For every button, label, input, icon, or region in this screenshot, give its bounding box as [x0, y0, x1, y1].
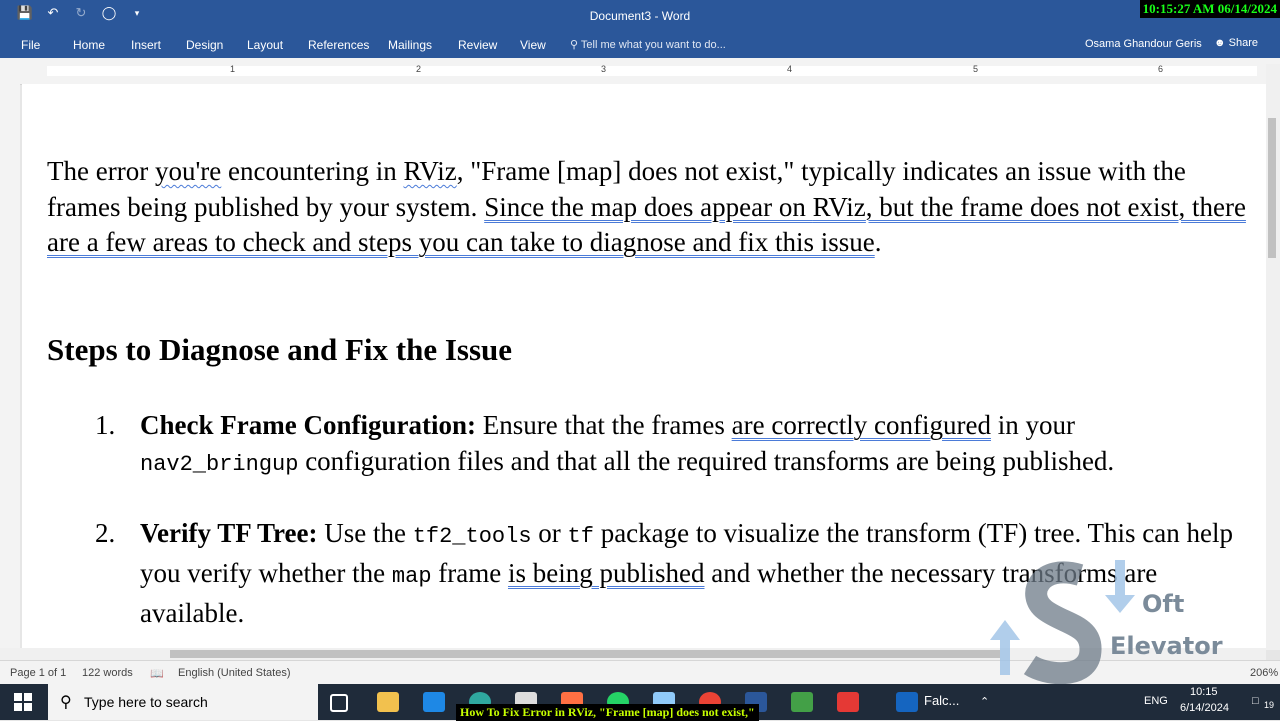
ruler-number: 3	[601, 64, 607, 74]
person-icon: ☻	[1214, 37, 1229, 49]
taskbar-search[interactable]: ⚲ Type here to search	[48, 684, 318, 720]
notification-icon[interactable]: □	[1252, 695, 1259, 707]
text-run: are correctly configured	[731, 410, 991, 440]
list-item-title: Verify TF Tree:	[140, 518, 318, 548]
windows-start-icon[interactable]	[14, 693, 32, 711]
tell-me-text: Tell me what you want to do...	[580, 39, 726, 51]
text-run: RViz	[812, 191, 866, 222]
text-run: Use the	[317, 518, 413, 548]
clock-date[interactable]: 6/14/2024	[1180, 702, 1229, 714]
ruler-number: 6	[1158, 64, 1164, 74]
ruler-number: 4	[787, 64, 793, 74]
task-view-icon[interactable]	[330, 694, 348, 712]
lightbulb-icon: ⚲	[570, 39, 581, 51]
inline-code: tf2_tools	[412, 524, 532, 549]
horizontal-ruler[interactable]: 1 2 3 4 5 6	[0, 58, 1280, 85]
vertical-scroll-thumb[interactable]	[1268, 118, 1276, 258]
tab-insert[interactable]: Insert	[131, 38, 161, 52]
word-count[interactable]: 122 words	[82, 667, 133, 679]
tab-review[interactable]: Review	[458, 38, 497, 52]
mail-icon[interactable]	[423, 692, 445, 712]
proofing-icon[interactable]: 📖	[150, 667, 164, 680]
text-run: is being published	[507, 558, 705, 588]
tab-view[interactable]: View	[520, 38, 546, 52]
tab-file[interactable]: File	[21, 38, 40, 52]
zoom-level[interactable]: 206%	[1250, 667, 1278, 679]
video-caption: How To Fix Error in RViz, "Frame [map] d…	[456, 704, 759, 721]
list-number: 1.	[95, 410, 116, 440]
tab-references[interactable]: References	[308, 38, 369, 52]
search-placeholder: Type here to search	[84, 694, 208, 710]
tab-mailings[interactable]: Mailings	[388, 38, 432, 52]
text-run: The error	[47, 156, 155, 186]
inline-code: map	[391, 564, 432, 589]
soft-elevator-logo	[990, 560, 1135, 685]
watermark-text: Oft	[1142, 590, 1185, 618]
text-run: or	[531, 518, 568, 548]
ribbon-tabs: File Home Insert Design Layout Reference…	[0, 32, 1280, 58]
list-item-title: Check Frame Configuration:	[140, 410, 476, 440]
tab-home[interactable]: Home	[73, 38, 105, 52]
user-name[interactable]: Osama Ghandour Geris	[1085, 38, 1202, 50]
section-heading: Steps to Diagnose and Fix the Issue	[47, 332, 513, 367]
text-run: frame	[431, 558, 508, 588]
text-run: configuration files and that all the req…	[298, 446, 1115, 476]
tab-layout[interactable]: Layout	[247, 38, 283, 52]
horizontal-scroll-thumb[interactable]	[170, 650, 1000, 658]
text-run: RViz	[403, 156, 457, 186]
outlook-icon[interactable]	[896, 692, 918, 712]
text-run: Since the map does appear on	[484, 191, 813, 222]
title-bar: 💾 ↶ ↻ ◯ ▾ Document3 - Word 10:15:27 AM 0…	[0, 0, 1280, 32]
page-count[interactable]: Page 1 of 1	[10, 667, 66, 679]
inline-code: nav2_bringup	[140, 452, 299, 477]
text-run: in your	[990, 410, 1075, 440]
language[interactable]: English (United States)	[178, 667, 291, 679]
file-explorer-icon[interactable]	[377, 692, 399, 712]
list-number: 2.	[95, 518, 116, 548]
text-run: you're	[154, 156, 222, 186]
tell-me-box[interactable]: ⚲ Tell me what you want to do...	[570, 38, 726, 51]
document-title: Document3 - Word	[589, 9, 691, 23]
ruler-number: 2	[416, 64, 422, 74]
ruler-number: 5	[973, 64, 979, 74]
inline-code: tf	[567, 524, 594, 549]
input-language[interactable]: ENG	[1144, 695, 1168, 707]
ruler-band	[47, 66, 1257, 76]
active-app-label[interactable]: Falc...	[924, 693, 959, 708]
share-button[interactable]: ☻ Share	[1214, 37, 1258, 49]
clock-time[interactable]: 10:15	[1190, 686, 1218, 698]
list-item: 1. Check Frame Configuration: Ensure tha…	[95, 407, 1240, 483]
text-run: .	[874, 227, 882, 257]
tab-design[interactable]: Design	[186, 38, 223, 52]
vertical-ruler	[0, 84, 20, 650]
recording-timestamp: 10:15:27 AM 06/14/2024	[1139, 0, 1280, 18]
app-icon[interactable]	[837, 692, 859, 712]
search-icon: ⚲	[60, 694, 72, 711]
notification-count: 19	[1264, 700, 1275, 710]
app-icon[interactable]	[791, 692, 813, 712]
text-run: encountering in	[221, 156, 404, 186]
body-paragraph: The error you're encountering in RViz, "…	[47, 154, 1252, 261]
watermark-text: Elevator	[1110, 632, 1223, 660]
ruler-number: 1	[230, 64, 236, 74]
share-label: Share	[1228, 37, 1258, 49]
chevron-up-icon[interactable]: ⌃	[980, 695, 989, 708]
text-run: Ensure that the frames	[475, 410, 732, 440]
